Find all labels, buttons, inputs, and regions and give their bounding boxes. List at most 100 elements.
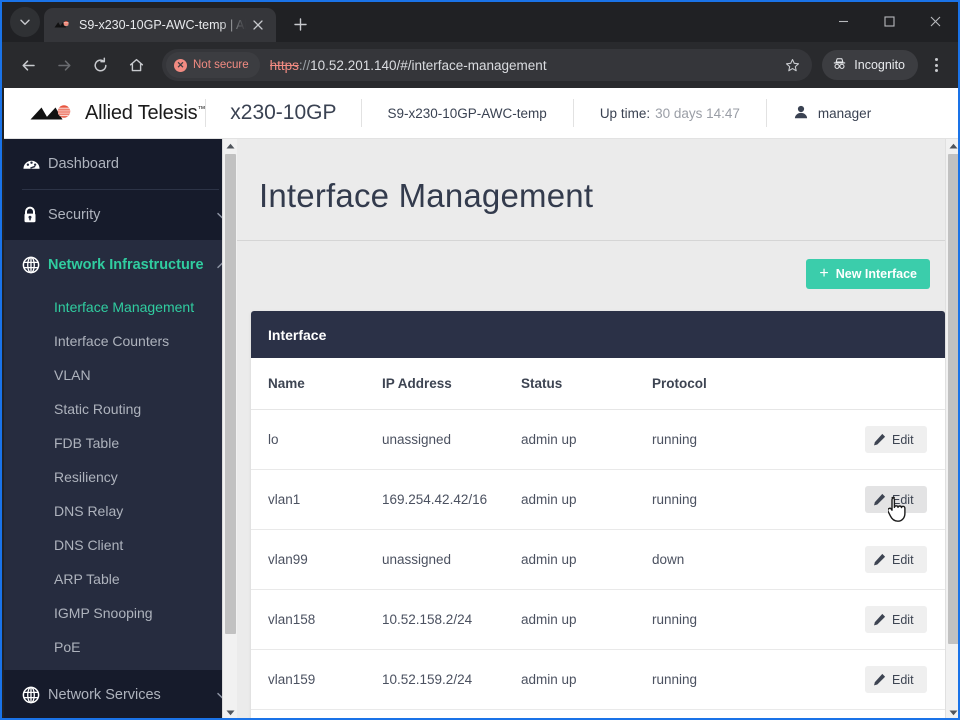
plus-icon: + [819, 265, 829, 282]
scroll-down-arrow-icon[interactable] [946, 706, 958, 718]
edit-label: Edit [892, 612, 914, 627]
brand-name: Allied Telesis™ [85, 101, 206, 124]
scroll-down-arrow-icon[interactable] [223, 706, 237, 718]
url-scheme: https [269, 57, 299, 73]
table-row: vlan159 10.52.159.2/24 admin up running … [251, 649, 945, 710]
sidebar-scrollbar[interactable] [222, 139, 237, 718]
cell-name: vlan158 [251, 589, 382, 650]
sidebar-item-dns-client[interactable]: DNS Client [4, 528, 237, 562]
home-icon[interactable] [121, 50, 151, 80]
table-head: Name IP Address Status Protocol [251, 358, 945, 410]
sidebar-item-igmp-snooping[interactable]: IGMP Snooping [4, 596, 237, 630]
browser-tab[interactable]: S9-x230-10GP-AWC-temp | Allie [44, 8, 276, 42]
sidebar-subnav: Interface Management Interface Counters … [4, 290, 237, 670]
chrome-menu-icon[interactable] [922, 50, 950, 80]
table-row: vlan1 169.254.42.42/16 admin up running … [251, 469, 945, 530]
column-header-status: Status [521, 358, 652, 410]
browser-window: S9-x230-10GP-AWC-temp | Allie ✕ Not secu… [0, 0, 960, 720]
column-header-ip: IP Address [382, 358, 521, 410]
edit-button[interactable]: Edit [865, 606, 927, 633]
sidebar-item-vlan[interactable]: VLAN [4, 358, 237, 392]
app-body: Dashboard Security Network Infrastructur… [4, 139, 958, 718]
tab-strip: S9-x230-10GP-AWC-temp | Allie [2, 2, 958, 42]
column-header-name: Name [251, 358, 382, 410]
edit-button[interactable]: Edit [865, 426, 927, 453]
scroll-up-arrow-icon[interactable] [946, 139, 958, 153]
cell-status: admin up [521, 469, 652, 530]
sidebar-item-poe[interactable]: PoE [4, 630, 237, 664]
edit-label: Edit [892, 432, 914, 447]
content-inner: Interface Management + New Interface Int… [237, 139, 958, 718]
url-text: https://10.52.201.140/#/interface-manage… [270, 58, 779, 73]
sidebar-item-arp-table[interactable]: ARP Table [4, 562, 237, 596]
cell-actions: Edit [802, 589, 945, 650]
cell-protocol: running [652, 709, 802, 718]
sidebar-item-network-infrastructure[interactable]: Network Infrastructure [4, 240, 237, 290]
cell-protocol: running [652, 469, 802, 530]
pencil-icon [873, 673, 886, 686]
sidebar-item-dns-relay[interactable]: DNS Relay [4, 494, 237, 528]
new-interface-button[interactable]: + New Interface [806, 259, 930, 289]
table-body: lo unassigned admin up running Edit vlan… [251, 409, 945, 718]
uptime: Up time: 30 days 14:47 [574, 88, 766, 138]
back-icon[interactable] [13, 50, 43, 80]
tab-search-button[interactable] [10, 7, 40, 37]
pencil-icon [873, 553, 886, 566]
window-maximize-button[interactable] [866, 2, 912, 40]
forward-icon[interactable] [49, 50, 79, 80]
cell-actions: Edit [802, 649, 945, 710]
uptime-value: 30 days 14:47 [655, 105, 740, 121]
globe-icon [22, 256, 48, 274]
cell-protocol: down [652, 529, 802, 590]
content-scroll-thumb[interactable] [948, 154, 958, 644]
sidebar-item-network-services[interactable]: Network Services [4, 670, 237, 718]
cell-ip: 10.52.159.2/24 [382, 649, 521, 710]
content-scrollbar[interactable] [945, 139, 958, 718]
sidebar-item-interface-counters[interactable]: Interface Counters [4, 324, 237, 358]
reload-icon[interactable] [85, 50, 115, 80]
cell-actions: Edit [802, 469, 945, 530]
address-bar[interactable]: ✕ Not secure https://10.52.201.140/#/int… [162, 49, 813, 81]
page-title: Interface Management [259, 177, 594, 214]
window-minimize-button[interactable] [820, 2, 866, 40]
cell-name: vlan159 [251, 649, 382, 710]
cell-status: admin up [521, 709, 652, 718]
sidebar-item-fdb-table[interactable]: FDB Table [4, 426, 237, 460]
app-header: Allied Telesis™ x230-10GP S9-x230-10GP-A… [4, 88, 958, 139]
column-header-protocol: Protocol [652, 358, 802, 410]
sidebar-scroll-thumb[interactable] [225, 154, 236, 634]
sidebar-item-resiliency[interactable]: Resiliency [4, 460, 237, 494]
cell-ip: 10.52.201.140/24 [382, 709, 521, 718]
cell-actions: Edit [802, 529, 945, 590]
pencil-icon [873, 613, 886, 626]
brand-logo: Allied Telesis™ [4, 88, 205, 138]
scroll-up-arrow-icon[interactable] [223, 139, 237, 153]
cell-ip: 169.254.42.42/16 [382, 469, 521, 530]
cell-name: lo [251, 409, 382, 470]
tab-close-icon[interactable] [248, 15, 268, 35]
sidebar-item-dashboard[interactable]: Dashboard [4, 139, 237, 189]
table-row: vlan201 10.52.201.140/24 admin up runnin… [251, 709, 945, 718]
edit-button[interactable]: Edit [865, 546, 927, 573]
sidebar-item-interface-management[interactable]: Interface Management [4, 290, 237, 324]
profile-incognito-button[interactable]: Incognito [822, 50, 918, 80]
user-menu[interactable]: manager [767, 88, 897, 138]
edit-label: Edit [892, 672, 914, 687]
sidebar-top-group: Dashboard Security [4, 139, 237, 240]
edit-button[interactable]: Edit [865, 486, 927, 513]
not-secure-badge[interactable]: ✕ Not secure [166, 52, 260, 78]
sidebar-item-static-routing[interactable]: Static Routing [4, 392, 237, 426]
table-row: vlan158 10.52.158.2/24 admin up running … [251, 589, 945, 650]
sidebar-item-security[interactable]: Security [4, 190, 237, 240]
globe-icon [22, 686, 48, 704]
bookmark-star-icon[interactable] [778, 51, 806, 79]
cell-actions: Edit [802, 709, 945, 718]
window-close-button[interactable] [912, 2, 958, 40]
new-tab-button[interactable] [286, 10, 314, 38]
device-hostname: S9-x230-10GP-AWC-temp [387, 105, 547, 121]
edit-button[interactable]: Edit [865, 666, 927, 693]
sidebar: Dashboard Security Network Infrastructur… [4, 139, 237, 718]
edit-label: Edit [892, 492, 914, 507]
device-model: x230-10GP [230, 101, 337, 124]
cell-status: admin up [521, 649, 652, 710]
